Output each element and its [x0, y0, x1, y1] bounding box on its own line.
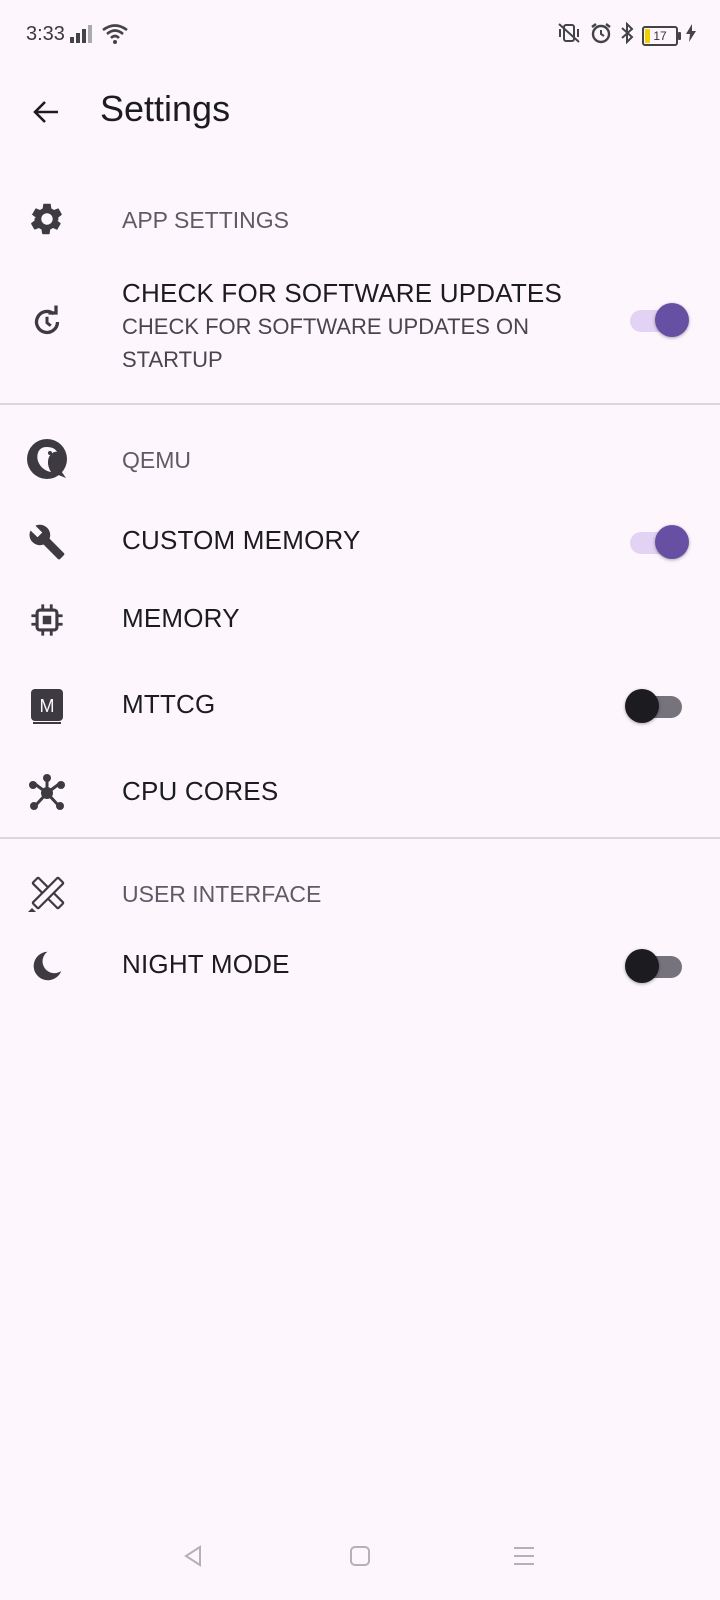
charging-icon [686, 24, 696, 47]
category-title: APP SETTINGS [122, 207, 290, 233]
setting-custom-memory[interactable]: CUSTOM MEMORY [0, 505, 720, 579]
divider [0, 837, 720, 839]
setting-cpu-cores[interactable]: CPU CORES [0, 755, 720, 831]
setting-check-updates[interactable]: CHECK FOR SOFTWARE UPDATES CHECK FOR SOF… [0, 268, 720, 378]
custom-memory-switch[interactable] [628, 525, 689, 559]
setting-summary: CHECK FOR SOFTWARE UPDATES ON STARTUP [122, 314, 530, 372]
setting-title: CPU CORES [122, 776, 279, 806]
vibrate-mute-icon [556, 22, 582, 49]
wifi-icon [102, 24, 128, 49]
menu-lines-icon [512, 1545, 536, 1572]
mttcg-switch[interactable] [625, 689, 686, 723]
category-title: USER INTERFACE [122, 881, 322, 907]
setting-title: MTTCG [122, 689, 216, 719]
category-title: QEMU [122, 447, 191, 473]
battery-icon: 17 [642, 25, 681, 46]
status-bar: 3:33 17 [0, 0, 720, 70]
battery-level: 17 [653, 28, 667, 43]
alarm-icon [590, 22, 612, 49]
setting-title: CUSTOM MEMORY [122, 525, 361, 555]
mttcg-icon-letter: M [40, 696, 55, 716]
setting-memory[interactable]: MEMORY [0, 582, 720, 658]
divider [0, 403, 720, 405]
bluetooth-icon [620, 21, 634, 49]
moon-icon [26, 945, 68, 987]
nav-home-button[interactable] [340, 1538, 380, 1578]
setting-mttcg[interactable]: M MTTCG [0, 668, 720, 744]
page-title: Settings [100, 88, 231, 129]
setting-title: CHECK FOR SOFTWARE UPDATES [122, 278, 563, 308]
check-updates-switch[interactable] [628, 303, 689, 337]
wrench-icon [26, 521, 68, 563]
category-app-settings: APP SETTINGS [0, 190, 720, 250]
mttcg-icon: M [26, 685, 68, 727]
chip-icon [26, 599, 68, 641]
qemu-logo-icon [26, 438, 68, 480]
category-qemu: QEMU [0, 428, 720, 492]
app-bar: Settings [0, 70, 720, 150]
square-home-icon [349, 1545, 371, 1572]
setting-title: MEMORY [122, 603, 240, 633]
back-button[interactable] [22, 90, 70, 138]
system-navigation-bar [0, 1510, 720, 1600]
nav-recents-button[interactable] [504, 1538, 544, 1578]
night-mode-switch[interactable] [625, 949, 686, 983]
nav-back-button[interactable] [173, 1538, 213, 1578]
design-tools-icon [26, 872, 68, 914]
hub-icon [26, 772, 68, 814]
cellular-signal-icon [70, 25, 94, 48]
gear-icon [26, 198, 68, 240]
category-user-interface: USER INTERFACE [0, 862, 720, 928]
update-icon [26, 301, 68, 343]
setting-title: NIGHT MODE [122, 949, 290, 979]
setting-night-mode[interactable]: NIGHT MODE [0, 928, 720, 1004]
arrow-back-icon [30, 96, 62, 133]
status-time: 3:33 [26, 23, 65, 45]
triangle-back-icon [181, 1544, 205, 1573]
